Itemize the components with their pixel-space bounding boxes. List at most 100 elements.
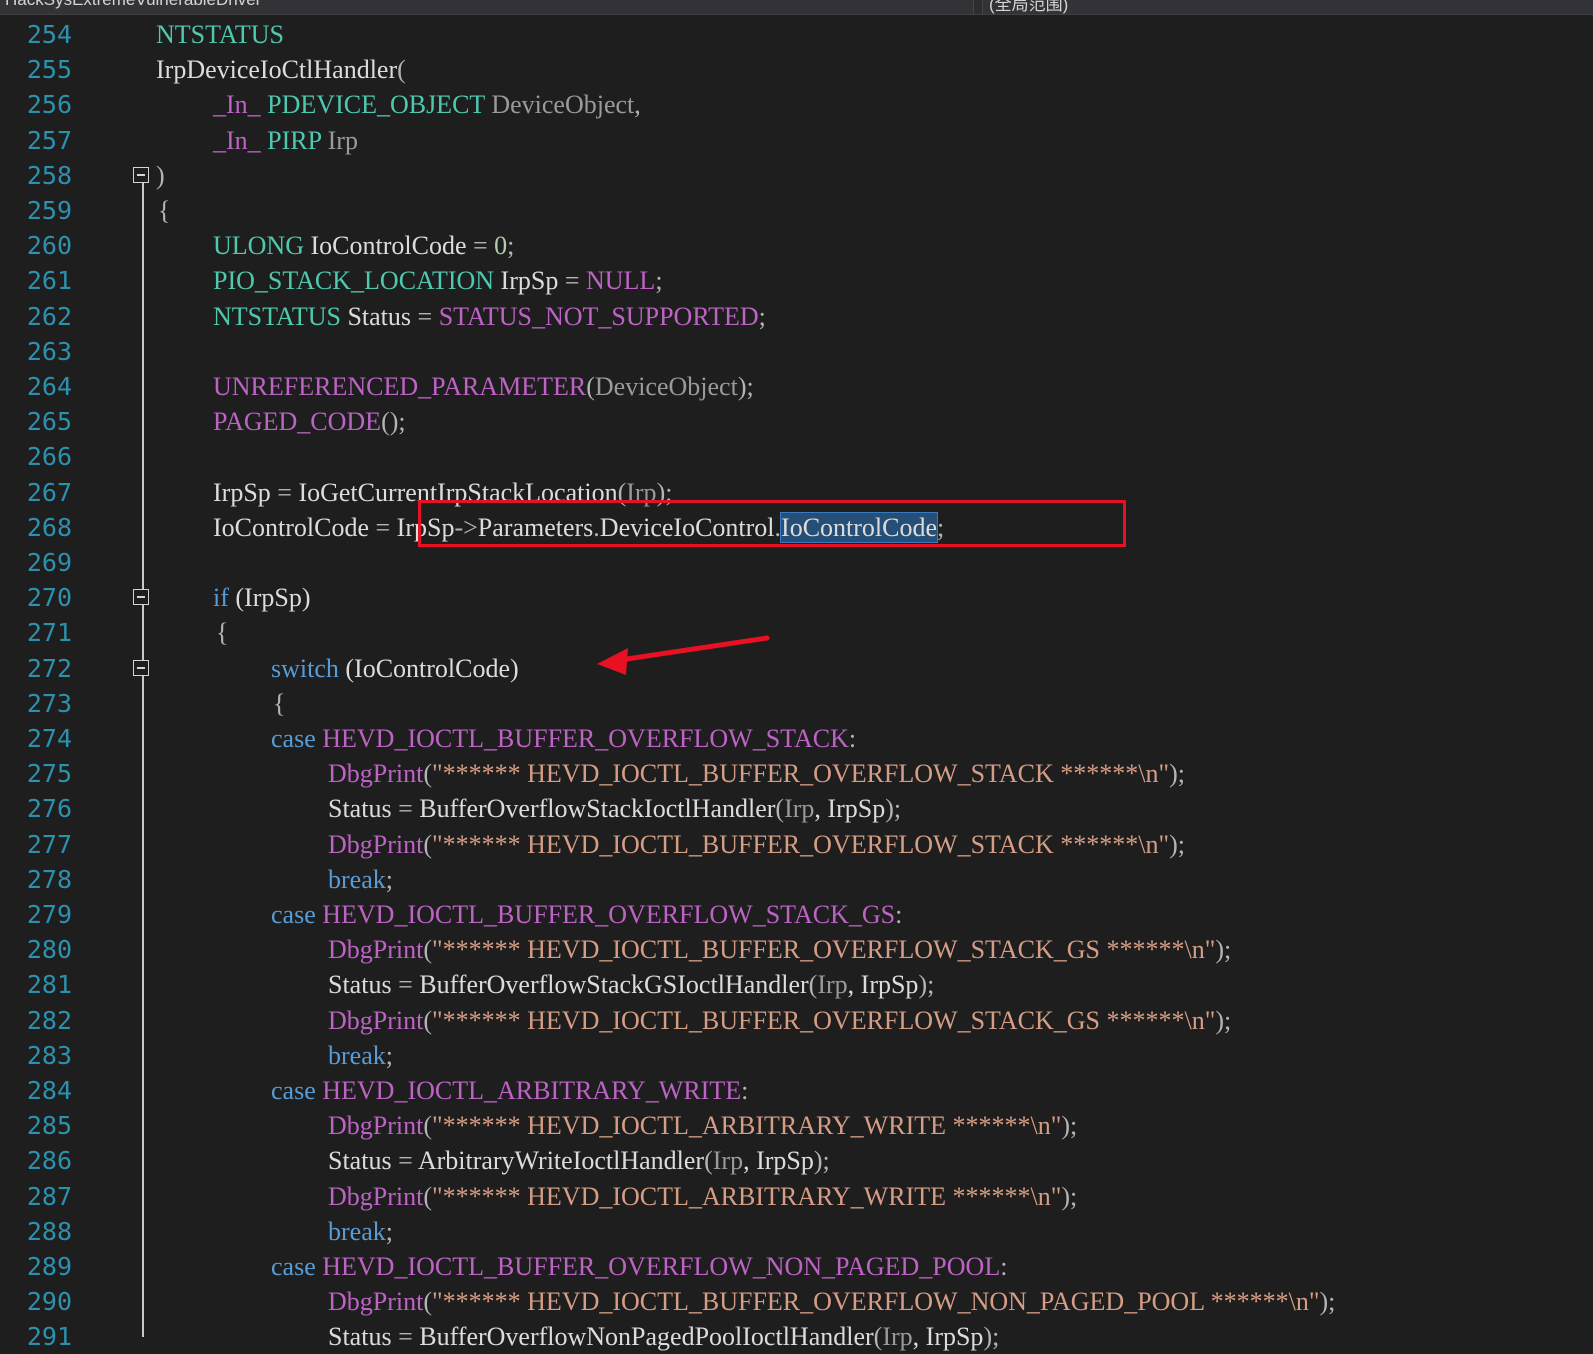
code-line[interactable]: 268 IoControlCode = IrpSp->Parameters.Dev… [0,510,1593,545]
line-number: 262 [26,301,72,331]
code-line[interactable]: 261 PIO_STACK_LOCATION IrpSp = NULL; [0,263,1593,298]
code-text[interactable]: break; [328,1217,393,1246]
punctuation-token: ); [813,1146,830,1176]
punctuation-token: = [473,231,488,261]
code-text[interactable]: DbgPrint("****** HEVD_IOCTL_BUFFER_OVERF… [328,1006,1231,1035]
scope-navigation-dropdown[interactable]: (全局范围) [982,0,1593,14]
line-number: 269 [26,548,72,577]
code-line[interactable]: 258) [0,158,1593,193]
code-line[interactable]: 263 [0,334,1593,369]
code-text[interactable]: Status = BufferOverflowStackIoctlHandler… [328,794,901,823]
code-text[interactable]: NTSTATUS Status = STATUS_NOT_SUPPORTED; [213,302,766,331]
punctuation-token: ); [656,477,673,507]
code-text[interactable]: Status = ArbitraryWriteIoctlHandler(Irp,… [328,1146,830,1175]
code-line[interactable]: 274 case HEVD_IOCTL_BUFFER_OVERFLOW_STACK… [0,721,1593,756]
code-line[interactable]: 271 { [0,615,1593,650]
code-line[interactable]: 272 switch (IoControlCode) [0,651,1593,686]
code-line[interactable]: 264 UNREFERENCED_PARAMETER(DeviceObject); [0,369,1593,404]
code-line[interactable]: 281 Status = BufferOverflowStackGSIoctlHa… [0,967,1593,1002]
line-number: 265 [26,407,72,437]
line-number: 280 [26,935,72,965]
code-line[interactable]: 287 DbgPrint("****** HEVD_IOCTL_ARBITRARY… [0,1179,1593,1214]
scope-navigation-label: (全局范围) [989,0,1069,14]
code-line[interactable]: 290 DbgPrint("****** HEVD_IOCTL_BUFFER_OV… [0,1284,1593,1319]
code-text[interactable]: break; [328,1041,393,1070]
code-text[interactable]: ) [156,161,165,190]
code-line[interactable]: 284 case HEVD_IOCTL_ARBITRARY_WRITE: [0,1073,1593,1108]
code-text[interactable]: DbgPrint("****** HEVD_IOCTL_BUFFER_OVERF… [328,830,1185,859]
code-line[interactable]: 275 DbgPrint("****** HEVD_IOCTL_BUFFER_OV… [0,756,1593,791]
code-line[interactable]: 255 IrpDeviceIoCtlHandler( [0,52,1593,87]
punctuation-token: ); [1215,935,1232,965]
punctuation-token: ; [385,864,393,894]
code-line[interactable]: 279 case HEVD_IOCTL_BUFFER_OVERFLOW_STACK… [0,897,1593,932]
keyword-token: case [271,900,316,929]
navigation-bar: HackSysExtremeVulnerableDriver (全局范围) [0,0,1593,15]
code-text[interactable]: break; [328,865,393,894]
code-line[interactable]: 254 NTSTATUS [0,17,1593,52]
punctuation-token: { [158,196,171,225]
code-line[interactable]: 285 DbgPrint("****** HEVD_IOCTL_ARBITRARY… [0,1108,1593,1143]
code-text[interactable]: case HEVD_IOCTL_ARBITRARY_WRITE: [271,1076,748,1105]
code-text[interactable]: Status = BufferOverflowStackGSIoctlHandl… [328,970,934,999]
code-text[interactable]: if (IrpSp) [213,583,310,612]
code-text[interactable]: { [273,689,285,718]
code-line[interactable]: 260 ULONG IoControlCode = 0; [0,228,1593,263]
code-line[interactable]: 257 _In_ PIRP Irp [0,123,1593,158]
code-text[interactable]: DbgPrint("****** HEVD_IOCTL_ARBITRARY_WR… [328,1182,1077,1211]
code-text[interactable]: NTSTATUS [156,20,284,49]
identifier-token: Parameters [477,512,594,542]
code-text[interactable]: case HEVD_IOCTL_BUFFER_OVERFLOW_STACK: [271,724,856,753]
code-text[interactable]: ULONG IoControlCode = 0; [213,231,514,260]
code-line[interactable]: 276 Status = BufferOverflowStackIoctlHand… [0,791,1593,826]
code-text[interactable]: PIO_STACK_LOCATION IrpSp = NULL; [213,266,663,295]
code-text[interactable]: IoControlCode = IrpSp->Parameters.Device… [213,511,944,543]
code-line[interactable]: 269 [0,545,1593,580]
code-line[interactable]: 278 break; [0,862,1593,897]
code-line[interactable]: 286 Status = ArbitraryWriteIoctlHandler(I… [0,1143,1593,1178]
code-line[interactable]: 265 PAGED_CODE(); [0,404,1593,439]
string-token: "****** HEVD_IOCTL_BUFFER_OVERFLOW_STACK… [432,1005,1216,1035]
code-line[interactable]: 283 break; [0,1038,1593,1073]
code-text[interactable]: _In_ PIRP Irp [213,126,358,155]
code-line[interactable]: 262 NTSTATUS Status = STATUS_NOT_SUPPORTE… [0,299,1593,334]
string-token: "****** HEVD_IOCTL_BUFFER_OVERFLOW_STACK… [432,935,1216,965]
code-text[interactable]: DbgPrint("****** HEVD_IOCTL_BUFFER_OVERF… [328,759,1185,788]
code-line[interactable]: 288 break; [0,1214,1593,1249]
code-text[interactable]: IrpDeviceIoCtlHandler( [156,55,406,84]
code-editor[interactable]: 254 NTSTATUS 255 IrpDeviceIoCtlHandler(256 _… [0,15,1593,1351]
code-text[interactable]: _In_ PDEVICE_OBJECT DeviceObject, [213,90,641,119]
code-line[interactable]: 282 DbgPrint("****** HEVD_IOCTL_BUFFER_OV… [0,1003,1593,1038]
code-line[interactable]: 270 if (IrpSp) [0,580,1593,615]
collapse-toggle-icon[interactable] [133,589,149,606]
punctuation-token: ( [423,1005,433,1035]
code-text[interactable]: UNREFERENCED_PARAMETER(DeviceObject); [213,372,754,401]
code-text[interactable]: { [216,618,228,647]
code-text[interactable]: { [158,196,170,225]
code-text[interactable]: PAGED_CODE(); [213,407,406,436]
code-line[interactable]: 256 _In_ PDEVICE_OBJECT DeviceObject, [0,87,1593,122]
code-text[interactable]: case HEVD_IOCTL_BUFFER_OVERFLOW_NON_PAGE… [271,1252,1007,1281]
keyword-token: break [328,1216,386,1246]
file-navigation-dropdown[interactable]: HackSysExtremeVulnerableDriver [0,0,974,14]
line-number: 278 [26,864,72,894]
parameter-token: DeviceObject [594,372,738,401]
code-line[interactable]: 267 IrpSp = IoGetCurrentIrpStackLocation(… [0,475,1593,510]
code-line[interactable]: 280 DbgPrint("****** HEVD_IOCTL_BUFFER_OV… [0,932,1593,967]
collapse-toggle-icon[interactable] [133,166,149,183]
code-text[interactable]: case HEVD_IOCTL_BUFFER_OVERFLOW_STACK_GS… [271,900,902,929]
code-text[interactable]: switch (IoControlCode) [271,654,519,683]
code-text[interactable]: DbgPrint("****** HEVD_IOCTL_BUFFER_OVERF… [328,935,1231,964]
code-line[interactable]: 273 { [0,686,1593,721]
code-line[interactable]: 266 [0,439,1593,474]
code-line[interactable]: 289 case HEVD_IOCTL_BUFFER_OVERFLOW_NON_P… [0,1249,1593,1284]
punctuation-token: = [398,1146,413,1176]
identifier-token: ArbitraryWriteIoctlHandler [412,1146,705,1176]
code-text[interactable]: IrpSp = IoGetCurrentIrpStackLocation(Irp… [213,478,672,507]
macro-token: DbgPrint [328,1111,424,1141]
collapse-toggle-icon[interactable] [133,659,149,676]
code-line[interactable]: 259 { [0,193,1593,228]
code-line[interactable]: 277 DbgPrint("****** HEVD_IOCTL_BUFFER_OV… [0,827,1593,862]
code-text[interactable]: DbgPrint("****** HEVD_IOCTL_BUFFER_OVERF… [328,1287,1335,1316]
code-text[interactable]: DbgPrint("****** HEVD_IOCTL_ARBITRARY_WR… [328,1111,1077,1140]
